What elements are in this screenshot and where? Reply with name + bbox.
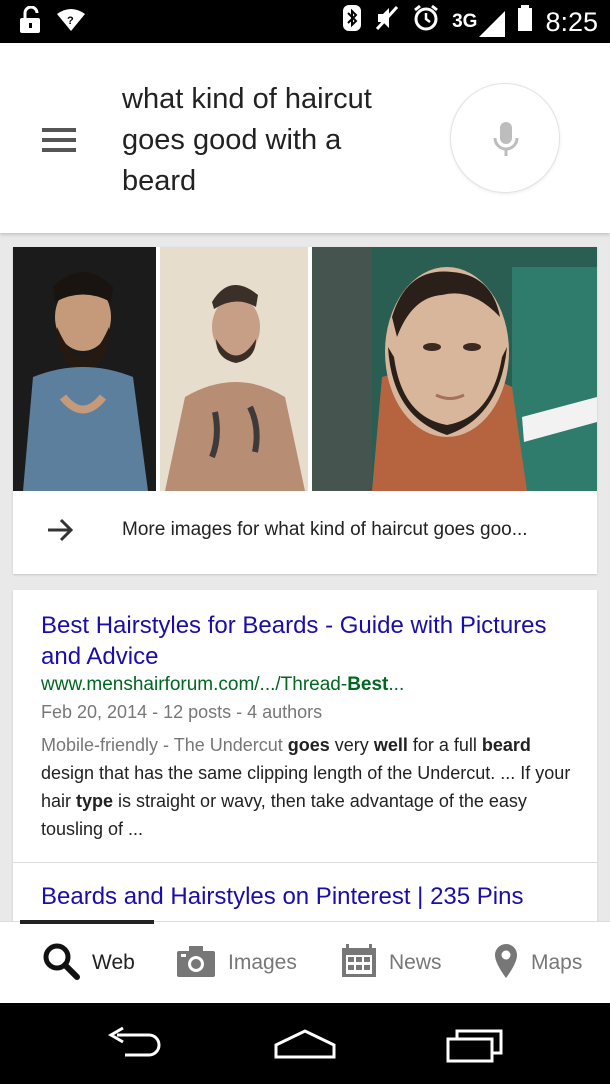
clock: 8:25 [545,6,598,37]
images-card: More images for what kind of haircut goe… [13,247,597,574]
mobile-friendly-label: Mobile-friendly [41,735,159,755]
tab-images-label: Images [228,951,297,974]
snippet-bold: type [76,791,114,811]
search-icon [42,942,80,985]
mute-icon [374,4,400,40]
result-meta: Feb 20, 2014 - 12 posts - 4 authors [41,702,323,722]
tab-web[interactable]: Web [42,922,135,1004]
home-icon[interactable] [272,1025,338,1070]
result-divider [13,862,597,863]
map-pin-icon [493,943,519,984]
snippet-part: very [329,735,374,755]
result-title-link[interactable]: Best Hairstyles for Beards - Guide with … [41,610,571,672]
result-snippet: Mobile-friendly - The Undercut goes very… [41,731,577,843]
wifi-icon: ? [56,8,86,40]
svg-text:?: ? [67,15,74,27]
more-images-label: More images for what kind of haircut goe… [122,519,528,540]
camera-icon [176,944,216,983]
tab-maps[interactable]: Maps [493,922,582,1004]
results-card: Best Hairstyles for Beards - Guide with … [13,590,597,930]
status-bar: ? 3G 8:25 [0,0,610,43]
search-header: what kind of haircut goes good with a be… [0,43,610,233]
signal-icon: 3G [452,7,506,37]
microphone-icon [493,122,519,156]
search-query[interactable]: what kind of haircut goes good with a be… [122,79,422,202]
tab-news-label: News [389,951,442,974]
arrow-right-icon [45,515,75,553]
tab-images[interactable]: Images [176,922,297,1004]
recent-apps-icon[interactable] [445,1025,507,1070]
tab-maps-label: Maps [531,951,583,974]
tab-news[interactable]: News [341,922,442,1004]
snippet-part: - The Undercut [158,735,288,755]
result-url-suffix: ... [388,674,405,695]
snippet-part: is straight or wavy, then take advantage… [41,791,527,839]
bluetooth-icon [342,4,362,40]
snippet-bold: beard [481,735,531,755]
microphone-button[interactable] [450,83,560,193]
unlock-icon [18,5,42,42]
result-url[interactable]: www.menshairforum.com/.../Thread-Best... [41,674,404,696]
image-strip [13,247,597,491]
snippet-bold: well [373,735,408,755]
image-result-2[interactable] [160,247,308,491]
android-nav-bar [0,1003,610,1084]
result-title-link[interactable]: Beards and Hairstyles on Pinterest | 235… [41,881,581,912]
snippet-part: for a full [407,735,482,755]
tab-web-label: Web [92,951,135,974]
result-url-prefix: www.menshairforum.com/.../Thread- [41,674,348,695]
hamburger-menu-icon[interactable] [42,128,76,152]
image-result-1[interactable] [13,247,156,491]
search-tab-bar: Web Images News Maps [0,920,610,1004]
back-icon[interactable] [105,1025,165,1070]
result-url-bold: Best [347,674,389,695]
network-label: 3G [452,11,478,32]
alarm-icon [412,4,440,40]
newspaper-icon [341,943,377,983]
battery-icon [517,4,533,40]
snippet-bold: goes [287,735,330,755]
more-images-link[interactable]: More images for what kind of haircut goe… [13,491,597,574]
image-result-3[interactable] [312,247,597,491]
